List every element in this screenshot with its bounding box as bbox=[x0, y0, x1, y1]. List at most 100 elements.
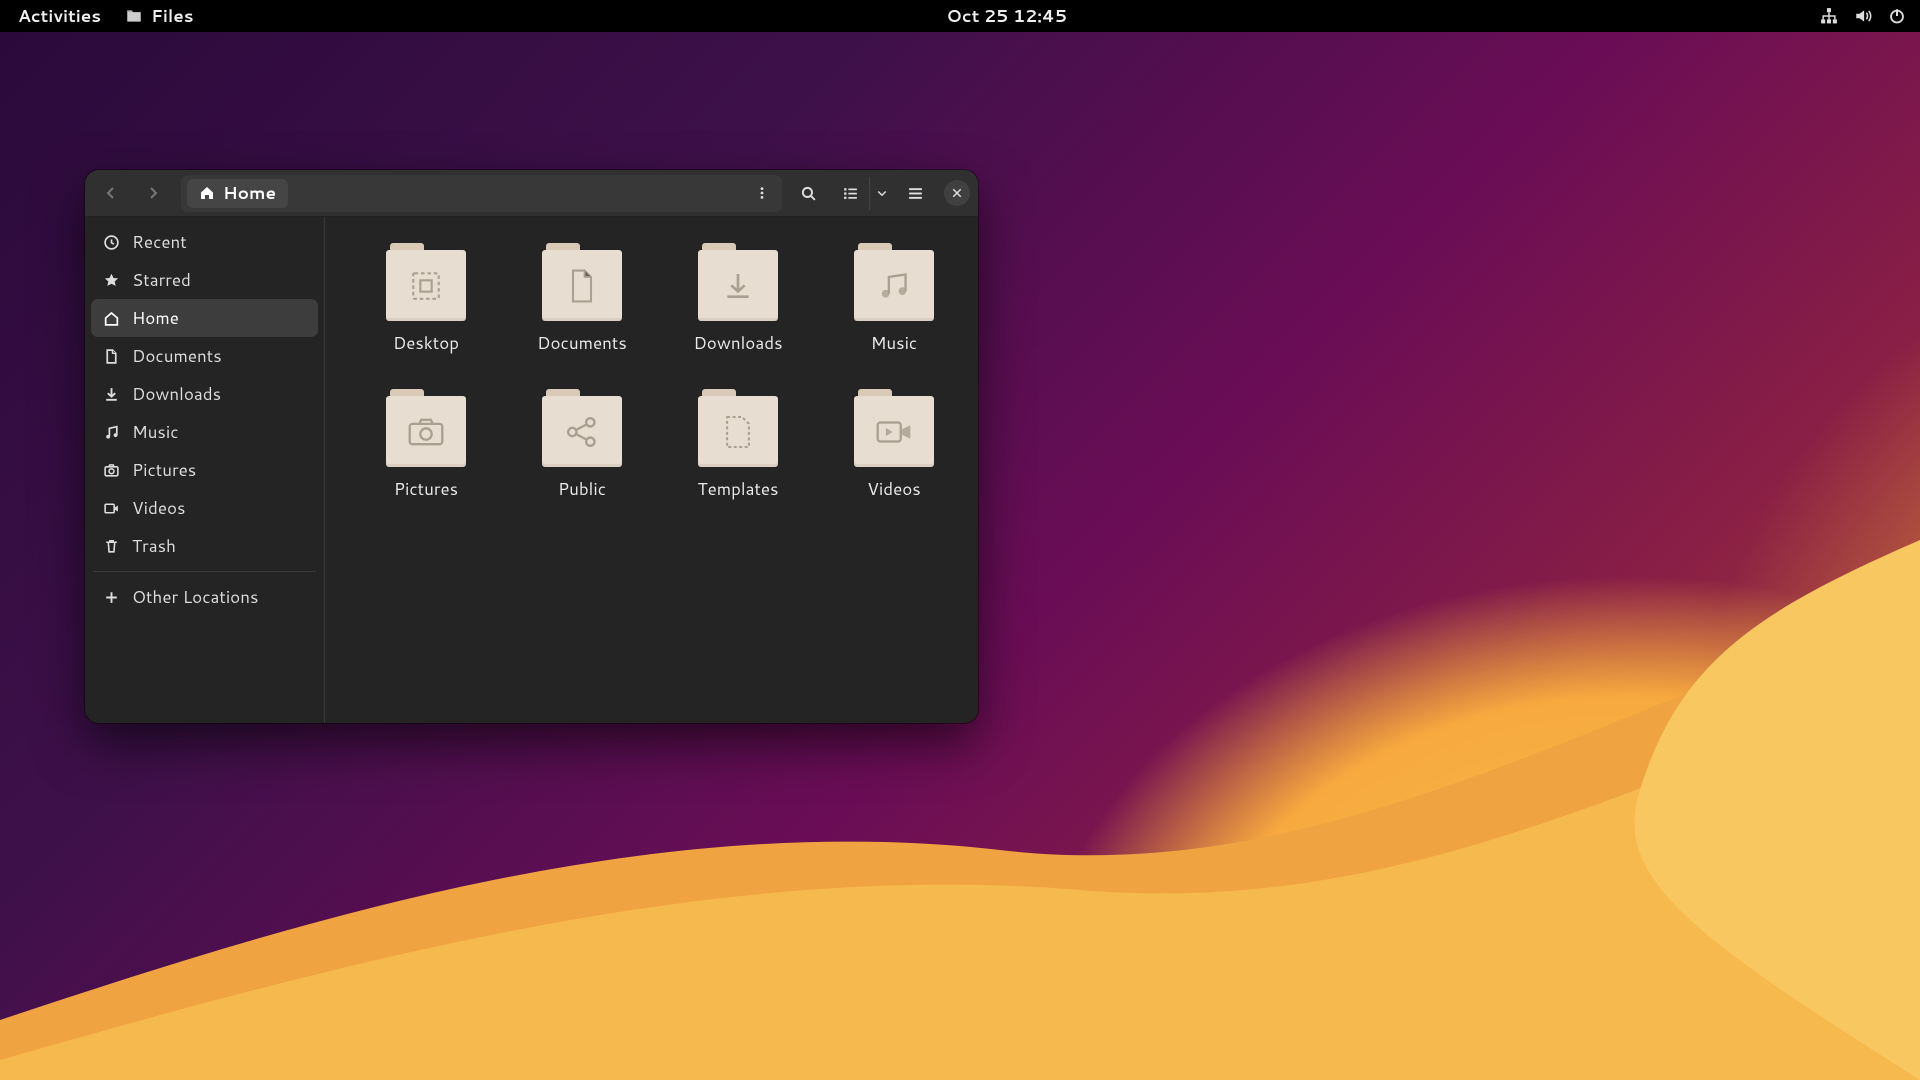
hamburger-icon bbox=[907, 185, 924, 202]
view-options-button[interactable] bbox=[869, 177, 893, 210]
power-icon bbox=[1888, 7, 1906, 25]
sidebar-item-label: Documents bbox=[132, 344, 222, 368]
close-icon bbox=[951, 187, 963, 199]
hamburger-menu-button[interactable] bbox=[899, 177, 932, 210]
download-emblem-icon bbox=[722, 269, 754, 303]
folder-icon bbox=[698, 243, 778, 321]
folder-label: Desktop bbox=[393, 331, 459, 355]
star-icon bbox=[103, 272, 120, 289]
sidebar-item-starred[interactable]: Starred bbox=[91, 261, 318, 299]
list-view-icon bbox=[842, 185, 859, 202]
path-menu-button[interactable] bbox=[748, 179, 776, 208]
places-sidebar: Recent Starred Home Documents Downloads bbox=[85, 217, 325, 723]
video-emblem-icon bbox=[875, 417, 913, 447]
sidebar-item-label: Music bbox=[132, 420, 179, 444]
music-emblem-icon bbox=[876, 269, 912, 303]
list-view-button[interactable] bbox=[831, 177, 869, 210]
window-close-button[interactable] bbox=[944, 180, 970, 206]
sidebar-item-label: Starred bbox=[132, 268, 191, 292]
folder-item-documents[interactable]: Documents bbox=[507, 243, 657, 355]
sidebar-item-documents[interactable]: Documents bbox=[91, 337, 318, 375]
folder-icon bbox=[854, 389, 934, 467]
document-emblem-icon bbox=[566, 268, 598, 304]
sidebar-item-trash[interactable]: Trash bbox=[91, 527, 318, 565]
activities-label: Activities bbox=[18, 4, 101, 28]
sidebar-item-label: Recent bbox=[132, 230, 187, 254]
app-menu-button[interactable]: Files bbox=[113, 0, 205, 32]
search-icon bbox=[800, 185, 817, 202]
clock-label: Oct 25 12:45 bbox=[947, 4, 1067, 28]
folder-item-music[interactable]: Music bbox=[819, 243, 969, 355]
sidebar-item-label: Videos bbox=[132, 496, 185, 520]
sidebar-item-label: Other Locations bbox=[132, 585, 258, 609]
music-icon bbox=[103, 424, 120, 441]
app-menu-label: Files bbox=[151, 4, 193, 28]
folder-item-downloads[interactable]: Downloads bbox=[663, 243, 813, 355]
files-window: Home bbox=[85, 170, 978, 723]
sidebar-item-label: Home bbox=[132, 306, 179, 330]
folder-label: Videos bbox=[867, 477, 920, 501]
path-segment-label: Home bbox=[223, 181, 276, 205]
desktop-emblem-icon bbox=[409, 269, 443, 303]
plus-icon bbox=[103, 589, 120, 606]
document-icon bbox=[103, 348, 120, 365]
chevron-left-icon bbox=[103, 185, 119, 201]
sidebar-separator bbox=[93, 571, 316, 572]
folder-item-videos[interactable]: Videos bbox=[819, 389, 969, 501]
sidebar-item-pictures[interactable]: Pictures bbox=[91, 451, 318, 489]
path-bar[interactable]: Home bbox=[181, 175, 782, 212]
sidebar-item-other-locations[interactable]: Other Locations bbox=[91, 578, 318, 616]
files-content-area[interactable]: Desktop Documents bbox=[325, 217, 978, 723]
folder-label: Public bbox=[558, 477, 606, 501]
clock-button[interactable]: Oct 25 12:45 bbox=[935, 0, 1079, 32]
folder-label: Pictures bbox=[394, 477, 458, 501]
video-icon bbox=[103, 500, 120, 517]
clock-icon bbox=[103, 234, 120, 251]
kebab-menu-icon bbox=[755, 186, 769, 200]
chevron-down-icon bbox=[876, 187, 888, 199]
activities-button[interactable]: Activities bbox=[6, 0, 113, 32]
folder-label: Music bbox=[871, 331, 918, 355]
chevron-right-icon bbox=[145, 185, 161, 201]
search-button[interactable] bbox=[792, 177, 825, 210]
sidebar-item-home[interactable]: Home bbox=[91, 299, 318, 337]
sidebar-item-label: Trash bbox=[132, 534, 176, 558]
folder-item-desktop[interactable]: Desktop bbox=[351, 243, 501, 355]
template-emblem-icon bbox=[723, 414, 753, 450]
folder-icon bbox=[542, 243, 622, 321]
folder-label: Documents bbox=[537, 331, 627, 355]
folder-label: Downloads bbox=[693, 331, 782, 355]
path-segment-home[interactable]: Home bbox=[187, 179, 288, 208]
camera-icon bbox=[103, 462, 120, 479]
download-icon bbox=[103, 386, 120, 403]
system-tray[interactable] bbox=[1808, 0, 1914, 32]
folder-icon bbox=[542, 389, 622, 467]
folder-item-templates[interactable]: Templates bbox=[663, 389, 813, 501]
home-icon bbox=[103, 310, 120, 327]
sidebar-item-videos[interactable]: Videos bbox=[91, 489, 318, 527]
folder-grid: Desktop Documents bbox=[351, 243, 952, 501]
folder-icon bbox=[698, 389, 778, 467]
view-switcher[interactable] bbox=[831, 177, 893, 210]
sidebar-item-recent[interactable]: Recent bbox=[91, 223, 318, 261]
nav-forward-button[interactable] bbox=[135, 177, 171, 210]
sidebar-item-downloads[interactable]: Downloads bbox=[91, 375, 318, 413]
share-emblem-icon bbox=[564, 415, 600, 449]
camera-emblem-icon bbox=[407, 416, 445, 448]
sidebar-item-label: Pictures bbox=[132, 458, 196, 482]
window-headerbar: Home bbox=[85, 170, 978, 217]
volume-icon bbox=[1854, 7, 1872, 25]
folder-icon bbox=[386, 243, 466, 321]
sidebar-item-music[interactable]: Music bbox=[91, 413, 318, 451]
trash-icon bbox=[103, 538, 120, 555]
sidebar-item-label: Downloads bbox=[132, 382, 221, 406]
nav-back-button[interactable] bbox=[93, 177, 129, 210]
folder-item-public[interactable]: Public bbox=[507, 389, 657, 501]
folder-item-pictures[interactable]: Pictures bbox=[351, 389, 501, 501]
gnome-top-panel: Activities Files Oct 25 12:45 bbox=[0, 0, 1920, 32]
desktop-wallpaper: Activities Files Oct 25 12:45 bbox=[0, 0, 1920, 1080]
files-app-icon bbox=[125, 7, 143, 25]
folder-icon bbox=[854, 243, 934, 321]
home-icon bbox=[199, 185, 215, 201]
folder-icon bbox=[386, 389, 466, 467]
